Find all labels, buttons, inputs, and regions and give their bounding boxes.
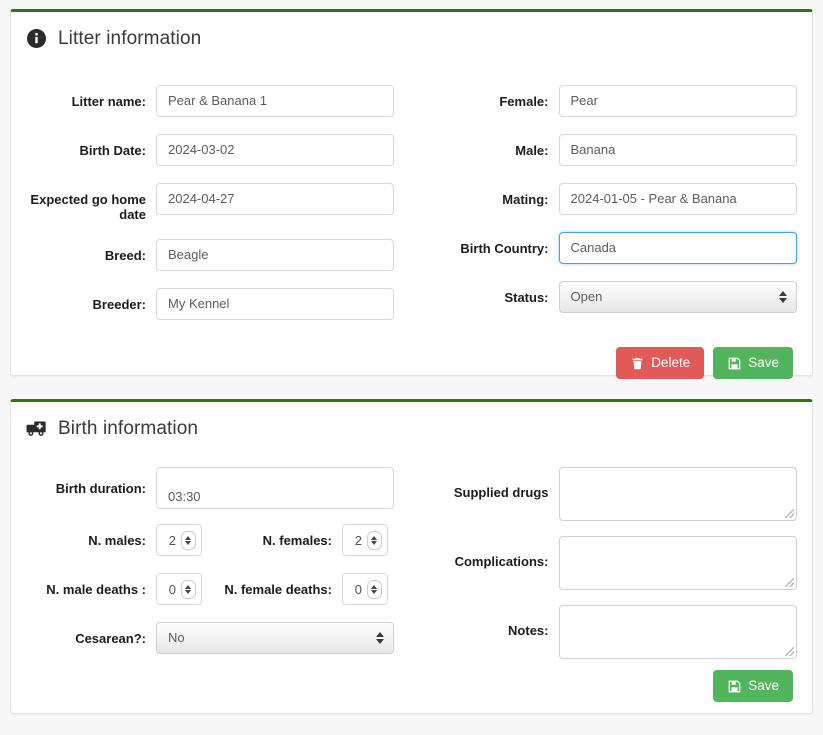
label-breed: Breed: [104,248,146,263]
row-counts-born: N. males: 2 N. females: 2 [11,524,412,556]
field-supplied-drugs: Supplied drugs [412,467,813,521]
textarea-supplied-drugs[interactable] [558,467,797,521]
chevron-updown-icon [778,291,787,303]
label-n-females: N. females: [262,533,332,548]
row-counts-deaths: N. male deaths : 0 N. female deaths: 0 [11,573,412,605]
floppy-disk-icon [727,679,741,693]
label-cesarean: Cesarean?: [75,631,146,646]
select-status-value: Open [570,289,603,304]
field-breed: Breed: Beagle [11,239,412,271]
save-button-birth-label: Save [748,678,779,694]
stepper-n-female-deaths[interactable]: 0 [342,573,388,605]
birth-card-title: Birth information [58,417,199,439]
save-button-birth[interactable]: Save [713,670,793,702]
chevron-updown-icon [376,632,384,644]
birth-information-card: Birth information Birth duration: 03:30 … [10,399,813,714]
field-birth-date: Birth Date: 2024-03-02 [11,134,412,166]
resize-handle-icon[interactable] [784,509,795,519]
litter-information-card: Litter information Litter name: Pear & B… [10,9,813,379]
stepper-n-male-deaths[interactable]: 0 [156,573,202,605]
field-birth-country: Birth Country: Canada [412,232,813,264]
birth-card-header: Birth information [11,402,812,442]
birth-left-column: Birth duration: 03:30 N. males: 2 N. fem… [11,467,412,674]
textarea-notes[interactable] [558,605,797,659]
trash-icon [630,356,644,370]
field-birth-duration: Birth duration: 03:30 [11,467,412,509]
field-male: Male: Banana [412,134,813,166]
label-birth-date: Birth Date: [79,143,146,158]
select-cesarean-value: No [168,630,185,645]
label-complications: Complications: [454,554,549,569]
info-circle-icon [25,27,47,49]
litter-card-body: Litter name: Pear & Banana 1 Birth Date:… [11,52,812,379]
resize-handle-icon[interactable] [784,578,795,588]
stepper-n-male-deaths-value: 0 [168,581,176,597]
field-breeder: Breeder: My Kennel [11,288,412,320]
save-button-litter[interactable]: Save [713,347,793,379]
stepper-n-females-value: 2 [354,532,362,548]
label-male: Male: [515,143,549,158]
label-supplied-drugs: Supplied drugs [453,485,549,500]
label-litter-name: Litter name: [71,94,146,109]
field-notes: Notes: [412,605,813,659]
field-female: Female: Pear [412,85,813,117]
litter-button-bar: Delete Save [11,347,812,379]
spinner-icon[interactable] [367,579,382,599]
input-litter-name[interactable]: Pear & Banana 1 [156,85,394,117]
input-birth-country[interactable]: Canada [558,232,797,264]
floppy-disk-icon [727,356,741,370]
birth-button-bar: Save [11,670,812,702]
litter-left-column: Litter name: Pear & Banana 1 Birth Date:… [11,85,412,337]
litter-card-header: Litter information [11,12,812,52]
litter-card-title: Litter information [58,27,202,49]
litter-right-column: Female: Pear Male: Banana Mating: 2024-0… [412,85,813,337]
stepper-n-female-deaths-value: 0 [354,581,362,597]
input-mating[interactable]: 2024-01-05 - Pear & Banana [558,183,797,215]
label-birth-duration: Birth duration: [55,481,146,496]
page-root: Litter information Litter name: Pear & B… [0,0,823,735]
label-mating: Mating: [502,192,549,207]
field-expected-go-home-date: Expected go home date 2024-04-27 [11,183,412,222]
input-male[interactable]: Banana [558,134,797,166]
field-litter-name: Litter name: Pear & Banana 1 [11,85,412,117]
label-status: Status: [504,290,549,305]
birth-card-body: Birth duration: 03:30 N. males: 2 N. fem… [11,442,812,702]
ambulance-icon [25,417,47,439]
label-notes: Notes: [508,623,549,638]
field-cesarean: Cesarean?: No [11,622,412,654]
stepper-n-females[interactable]: 2 [342,524,388,556]
label-breeder: Breeder: [92,297,146,312]
stepper-n-males[interactable]: 2 [156,524,202,556]
label-female: Female: [499,94,549,109]
field-mating: Mating: 2024-01-05 - Pear & Banana [412,183,813,215]
label-n-male-deaths: N. male deaths : [46,582,146,597]
label-expected-go-home-date: Expected go home date [30,192,146,222]
textarea-complications[interactable] [558,536,797,590]
input-female[interactable]: Pear [558,85,797,117]
input-breed[interactable]: Beagle [156,239,394,271]
input-expected-go-home-date[interactable]: 2024-04-27 [156,183,394,215]
label-birth-country: Birth Country: [460,241,549,256]
input-birth-duration[interactable]: 03:30 [156,467,394,509]
stepper-n-males-value: 2 [168,532,176,548]
input-birth-date[interactable]: 2024-03-02 [156,134,394,166]
resize-handle-icon[interactable] [784,647,795,657]
delete-button[interactable]: Delete [616,347,705,379]
field-complications: Complications: [412,536,813,590]
birth-right-column: Supplied drugs Complications: Notes: [412,467,813,674]
input-breeder[interactable]: My Kennel [156,288,394,320]
spinner-icon[interactable] [367,530,382,550]
delete-button-label: Delete [651,355,691,371]
spinner-icon[interactable] [181,530,196,550]
field-status: Status: Open [412,281,813,313]
save-button-litter-label: Save [748,355,779,371]
select-cesarean[interactable]: No [156,622,394,654]
label-n-males: N. males: [88,533,146,548]
spinner-icon[interactable] [181,579,196,599]
select-status[interactable]: Open [558,281,797,313]
label-n-female-deaths: N. female deaths: [224,582,332,597]
